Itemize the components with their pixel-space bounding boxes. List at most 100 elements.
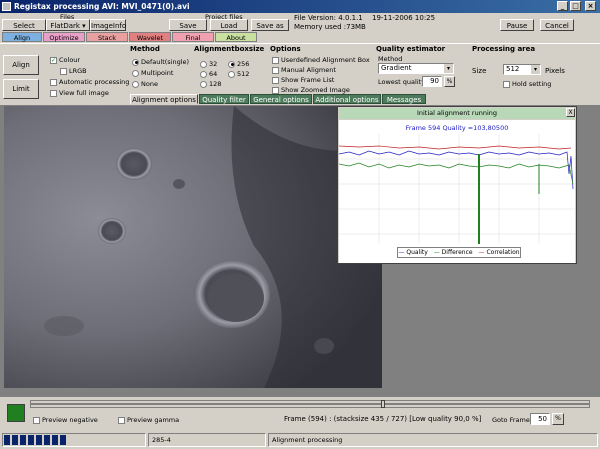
- pause-button[interactable]: Pause: [500, 19, 534, 31]
- progress-fill: [4, 435, 67, 445]
- userdefined-label: Userdefined Alignment Box: [281, 56, 370, 64]
- view-full-checkbox[interactable]: View full image: [50, 89, 109, 97]
- checkbox-icon: [272, 56, 279, 64]
- options-title: Options: [270, 45, 301, 53]
- lowest-quality-label: Lowest quality: [378, 78, 426, 86]
- boxsize-128-radio[interactable]: 128: [200, 80, 221, 88]
- radio-icon: [132, 80, 139, 88]
- color-swatch[interactable]: [7, 404, 25, 422]
- memory-used: Memory used :73MB: [294, 23, 366, 31]
- subtab-quality-filter[interactable]: Quality filter: [199, 94, 249, 104]
- colour-checkbox[interactable]: ✓ Colour: [50, 56, 80, 64]
- legend-difference: Difference: [441, 249, 473, 256]
- subtab-additional-options[interactable]: Additional options: [313, 94, 381, 104]
- percent-icon[interactable]: %: [552, 413, 564, 425]
- maximize-icon[interactable]: □: [570, 1, 581, 11]
- alignment-popup: Initial alignment running X Frame 594 Qu…: [337, 106, 577, 264]
- manual-checkbox[interactable]: Manual Aligment: [272, 66, 336, 74]
- show-frame-list-label: Show Frame List: [281, 76, 335, 84]
- load-button[interactable]: Load: [210, 19, 248, 31]
- method-none-radio[interactable]: None: [132, 80, 158, 88]
- checkbox-icon: [272, 66, 279, 74]
- preview-negative-checkbox[interactable]: Preview negative: [33, 416, 98, 424]
- progress-value: 285-4: [148, 433, 266, 447]
- popup-close-icon[interactable]: X: [566, 108, 575, 117]
- align-button[interactable]: Align: [3, 55, 39, 75]
- frame-slider[interactable]: [30, 400, 590, 408]
- boxsize-512-radio[interactable]: 512: [228, 70, 249, 78]
- goto-frame-input[interactable]: 50: [530, 413, 550, 425]
- close-icon[interactable]: ×: [585, 1, 596, 11]
- select-button[interactable]: Select: [2, 19, 46, 31]
- boxsize-256-radio[interactable]: 256: [228, 60, 249, 68]
- show-zoomed-checkbox[interactable]: Show Zoomed Image: [272, 86, 350, 94]
- radio-icon: [200, 60, 207, 68]
- cancel-button[interactable]: Cancel: [540, 19, 574, 31]
- legend-quality: Quality: [406, 249, 428, 256]
- lrgb-checkbox[interactable]: LRGB: [60, 67, 87, 75]
- tab-final[interactable]: Final: [172, 32, 214, 42]
- boxsize-512-label: 512: [237, 70, 250, 78]
- view-full-label: View full image: [59, 89, 109, 97]
- legend-correlation: Correlation: [486, 249, 520, 256]
- imageinfo-button[interactable]: ImageInfo: [90, 19, 126, 31]
- flatdark-label: FlatDark: [50, 22, 80, 30]
- radio-icon: [228, 60, 235, 68]
- quality-method-select[interactable]: Gradient ▾: [378, 63, 454, 74]
- quality-method-label: Method: [378, 55, 403, 63]
- checkbox-icon: [50, 78, 57, 86]
- tab-optimize[interactable]: Optimize: [43, 32, 85, 42]
- alignment-graph: [339, 134, 575, 244]
- method-none-label: None: [141, 80, 158, 88]
- boxsize-64-radio[interactable]: 64: [200, 70, 217, 78]
- subtab-messages[interactable]: Messages: [382, 94, 426, 104]
- legend-correlation-marker: —: [478, 249, 485, 256]
- userdefined-checkbox[interactable]: Userdefined Alignment Box: [272, 56, 370, 64]
- tab-align[interactable]: Align: [2, 32, 42, 42]
- colour-label: Colour: [59, 56, 81, 64]
- lowest-quality-input[interactable]: 90: [422, 76, 442, 87]
- preview-gamma-checkbox[interactable]: Preview gamma: [118, 416, 179, 424]
- tab-stack[interactable]: Stack: [86, 32, 128, 42]
- radio-icon: [132, 69, 139, 77]
- tab-about[interactable]: About: [215, 32, 257, 42]
- save-button[interactable]: Save: [169, 19, 207, 31]
- graph-area: Frame 594 Quality =103,80500 — Quality —…: [339, 120, 575, 263]
- boxsize-32-radio[interactable]: 32: [200, 60, 217, 68]
- boxsize-32-label: 32: [209, 60, 218, 68]
- moon-image[interactable]: [4, 106, 382, 388]
- method-multipoint-radio[interactable]: Multipoint: [132, 69, 173, 77]
- checkbox-icon: [503, 80, 510, 88]
- minimize-icon[interactable]: _: [557, 1, 568, 11]
- radio-icon: [200, 80, 207, 88]
- title-bar: Registax processing AVI: MVI_0471(0).avi…: [0, 0, 600, 13]
- tab-wavelet[interactable]: Wavelet: [129, 32, 171, 42]
- checkbox-icon: [118, 416, 125, 424]
- hold-setting-checkbox[interactable]: Hold setting: [503, 80, 551, 88]
- boxsize-256-label: 256: [237, 60, 250, 68]
- limit-button[interactable]: Limit: [3, 79, 39, 99]
- slider-thumb[interactable]: [381, 400, 385, 408]
- flatdark-button[interactable]: FlatDark ▾: [46, 19, 90, 31]
- auto-processing-checkbox[interactable]: Automatic processing: [50, 78, 129, 86]
- percent-icon[interactable]: %: [444, 76, 455, 87]
- radio-icon: [132, 58, 139, 66]
- chevron-down-icon: ▾: [531, 65, 540, 74]
- show-frame-list-checkbox[interactable]: Show Frame List: [272, 76, 334, 84]
- method-default-radio[interactable]: Default(single): [132, 58, 189, 66]
- method-default-label: Default(single): [141, 58, 190, 66]
- save-as-button[interactable]: Save as: [251, 19, 289, 31]
- file-date: 19-11-2006 10:25: [372, 14, 436, 22]
- radio-icon: [228, 70, 235, 78]
- legend-quality-marker: —: [398, 249, 405, 256]
- subtab-general-options[interactable]: General options: [250, 94, 312, 104]
- preview-negative-label: Preview negative: [42, 416, 98, 424]
- checkbox-icon: [272, 76, 279, 84]
- frame-info: Frame (594) : (stacksize 435 / 727) [Low…: [284, 415, 482, 423]
- graph-legend: — Quality — Difference — Correlation: [397, 247, 521, 258]
- subtab-alignment-options[interactable]: Alignment options: [130, 94, 198, 104]
- checkbox-icon: [60, 67, 67, 75]
- goto-frame-label: Goto Frame: [492, 416, 530, 424]
- file-version: File Version: 4.0.1.1: [294, 14, 363, 22]
- size-select[interactable]: 512 ▾: [503, 64, 541, 75]
